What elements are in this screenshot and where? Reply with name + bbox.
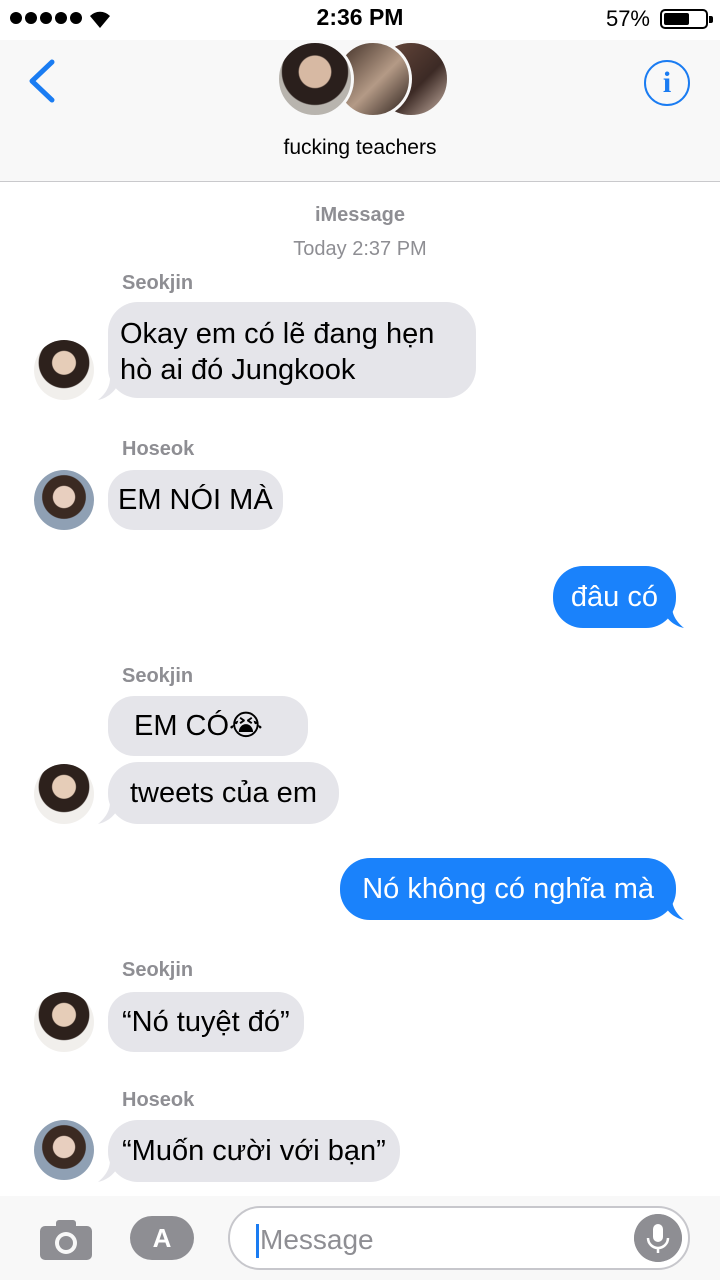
timestamp: Today 2:37 PM <box>293 238 427 260</box>
message-bubble[interactable]: Nó không có nghĩa mà <box>340 858 676 920</box>
message-bubble[interactable]: Okay em có lẽ đang hẹn hò ai đó Jungkook <box>108 302 476 398</box>
battery-percent: 57% <box>605 6 650 31</box>
message-bubble[interactable]: tweets của em <box>108 762 339 824</box>
microphone-icon[interactable] <box>634 1214 682 1262</box>
message-bubble[interactable]: “Nó tuyệt đó” <box>108 992 304 1052</box>
avatar <box>34 992 94 1052</box>
conversation-header: fucking teachers i <box>0 40 720 182</box>
message-bubble[interactable]: EM NÓI MÀ <box>108 470 283 530</box>
message-bubble[interactable]: EM CÓ😭 <box>108 696 308 756</box>
sender-name: Hoseok <box>122 1089 195 1111</box>
sender-name: Seokjin <box>122 665 194 687</box>
app-store-icon[interactable]: A <box>130 1216 194 1260</box>
battery-icon <box>660 9 713 29</box>
message-bubble[interactable]: đâu có <box>552 566 676 628</box>
message-placeholder: Message <box>260 1224 374 1255</box>
avatar <box>34 1120 94 1180</box>
camera-icon[interactable] <box>38 1218 94 1262</box>
avatar <box>276 40 354 118</box>
sender-name: Hoseok <box>122 438 195 460</box>
group-title[interactable]: fucking teachers <box>0 136 720 160</box>
bubble-tail <box>662 898 684 920</box>
sender-name: Seokjin <box>122 272 194 294</box>
service-label: iMessage <box>314 204 406 226</box>
avatar <box>34 764 94 824</box>
text-caret <box>256 1224 259 1258</box>
message-input[interactable]: Message <box>228 1206 690 1270</box>
chevron-left-icon[interactable] <box>22 56 62 106</box>
bubble-tail <box>98 378 120 400</box>
compose-bar: A Message <box>0 1196 720 1280</box>
bubble-tail <box>98 802 120 824</box>
group-avatars[interactable] <box>276 40 451 120</box>
avatar <box>34 340 94 400</box>
info-icon[interactable]: i <box>644 60 690 106</box>
message-bubble[interactable]: “Muốn cười với bạn” <box>108 1120 400 1182</box>
bubble-tail <box>662 606 684 628</box>
sender-name: Seokjin <box>122 959 194 981</box>
avatar <box>34 470 94 530</box>
bubble-tail <box>98 1160 120 1182</box>
status-bar: 2:36 PM 57% <box>0 0 720 40</box>
